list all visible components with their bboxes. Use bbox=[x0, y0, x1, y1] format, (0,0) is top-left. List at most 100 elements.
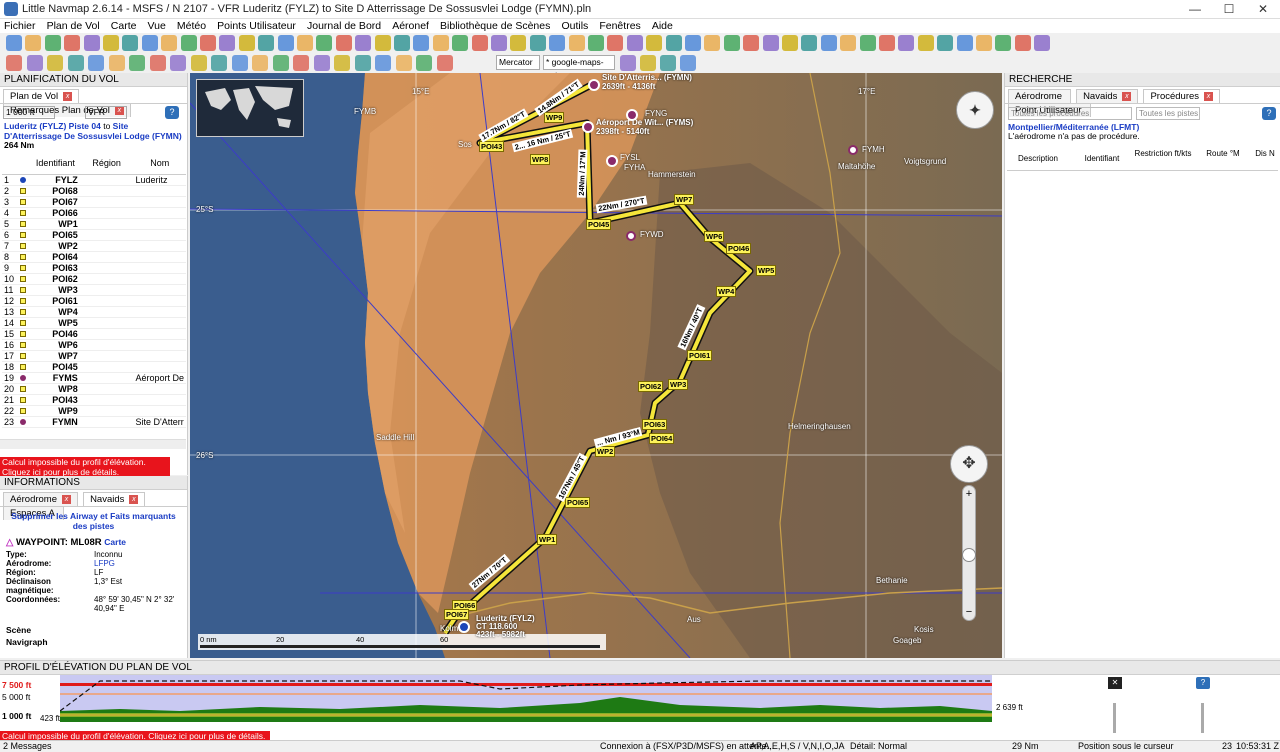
airport-fywd-icon[interactable] bbox=[626, 231, 636, 241]
table-row[interactable]: 11 WP3 bbox=[2, 284, 186, 296]
map-toolbar-button-icon[interactable] bbox=[231, 55, 248, 71]
col-identifier[interactable]: Identifiant bbox=[30, 152, 80, 175]
wp-label-wp5[interactable]: WP5 bbox=[756, 265, 777, 276]
waypoint-map-link[interactable]: Carte bbox=[104, 537, 126, 547]
toolbar-button-icon[interactable] bbox=[277, 35, 294, 51]
airport-fyng-icon[interactable] bbox=[626, 109, 638, 121]
map-toolbar-button-icon[interactable] bbox=[26, 55, 43, 71]
toolbar-button-icon[interactable] bbox=[6, 35, 22, 51]
toolbar-button-icon[interactable] bbox=[471, 35, 488, 51]
menu-tools[interactable]: Outils bbox=[557, 19, 592, 33]
maximize-button[interactable]: ☐ bbox=[1212, 0, 1246, 19]
toolbar-button-icon[interactable] bbox=[995, 35, 1012, 51]
map-toolbar-button-icon[interactable] bbox=[108, 55, 125, 71]
toolbar-button-icon[interactable] bbox=[219, 35, 236, 51]
map-toolbar-button-icon[interactable] bbox=[334, 55, 350, 71]
toolbar-button-icon[interactable] bbox=[238, 35, 255, 51]
wp-label-wp2[interactable]: WP2 bbox=[595, 446, 616, 457]
airport-fylz-icon[interactable] bbox=[458, 621, 470, 633]
menu-map[interactable]: Carte bbox=[107, 19, 141, 33]
wp-label-wp6[interactable]: WP6 bbox=[704, 231, 725, 242]
map-toolbar-button-icon[interactable] bbox=[436, 55, 453, 71]
toolbar-button-icon[interactable] bbox=[626, 35, 643, 51]
cruise-altitude-input[interactable]: 1 000 ft bbox=[3, 106, 55, 119]
zoom-in-button[interactable]: + bbox=[963, 488, 975, 500]
toolbar-button-icon[interactable] bbox=[200, 35, 216, 51]
wp-label-poi46[interactable]: POI46 bbox=[726, 243, 752, 254]
map-toolbar-button-icon[interactable] bbox=[416, 55, 432, 71]
map-toolbar-button-icon[interactable] bbox=[640, 55, 656, 71]
label-fyha[interactable]: FYHA bbox=[624, 163, 645, 172]
menu-file[interactable]: Fichier bbox=[0, 19, 40, 33]
toolbar-button-icon[interactable] bbox=[976, 35, 992, 51]
toolbar-button-icon[interactable] bbox=[374, 35, 391, 51]
toolbar-button-icon[interactable] bbox=[180, 35, 197, 51]
table-row[interactable]: 1 FYLZ Luderitz bbox=[2, 174, 186, 186]
wp-label-wp3[interactable]: WP3 bbox=[668, 379, 689, 390]
map-toolbar-button-icon[interactable] bbox=[47, 55, 63, 71]
col-distance[interactable]: Dis N bbox=[1253, 149, 1277, 158]
search-help-icon[interactable]: ? bbox=[1262, 107, 1276, 120]
table-hscrollbar[interactable] bbox=[0, 439, 186, 449]
table-row[interactable]: 19 FYMS Aéroport De bbox=[2, 372, 186, 384]
elevation-error-link[interactable]: Calcul impossible du profil d'élévation.… bbox=[0, 457, 170, 477]
wp-label-poi67[interactable]: POI67 bbox=[444, 609, 470, 620]
map-canvas[interactable] bbox=[190, 73, 1002, 658]
toolbar-button-icon[interactable] bbox=[937, 35, 954, 51]
tab-info-airport[interactable]: Aérodrome x bbox=[3, 492, 78, 506]
col-name[interactable]: Nom bbox=[133, 152, 186, 175]
airport-fymn-icon[interactable] bbox=[588, 79, 600, 91]
tab-search-navaids[interactable]: Navaids x bbox=[1076, 89, 1139, 103]
table-row[interactable]: 7 WP2 bbox=[2, 240, 186, 252]
map-toolbar-button-icon[interactable] bbox=[375, 55, 391, 71]
wp-label-poi65[interactable]: POI65 bbox=[565, 497, 591, 508]
table-row[interactable]: 18 POI45 bbox=[2, 361, 186, 373]
remove-highlights-link[interactable]: Supprimer les Airway et Faits marquants … bbox=[6, 511, 181, 531]
overview-map[interactable] bbox=[196, 79, 304, 137]
toolbar-button-icon[interactable] bbox=[44, 35, 61, 51]
toolbar-button-icon[interactable] bbox=[898, 35, 915, 51]
toolbar-button-icon[interactable] bbox=[549, 35, 566, 51]
wp-label-wp4[interactable]: WP4 bbox=[716, 286, 737, 297]
toolbar-button-icon[interactable] bbox=[141, 35, 158, 51]
wp-label-wp8[interactable]: WP8 bbox=[530, 154, 551, 165]
toolbar-button-icon[interactable] bbox=[685, 35, 701, 51]
table-row[interactable]: 4 POI66 bbox=[2, 207, 186, 219]
toolbar-button-icon[interactable] bbox=[956, 35, 973, 51]
table-row[interactable]: 23 FYMN Site D'Atterr bbox=[2, 416, 186, 428]
toolbar-button-icon[interactable] bbox=[1014, 35, 1031, 51]
table-row[interactable]: 5 WP1 bbox=[2, 218, 186, 230]
map-view[interactable]: ✦ ✥ + − 15°E 17°E 25°S 26°S FYMB Site D'… bbox=[190, 73, 1002, 658]
wp-label-poi63[interactable]: POI63 bbox=[642, 419, 668, 430]
tab-search-airport[interactable]: Aérodrome bbox=[1008, 89, 1071, 103]
airport-fymh-icon[interactable] bbox=[848, 145, 858, 155]
tab-flight-plan[interactable]: Plan de Vol x bbox=[3, 89, 80, 103]
toolbar-button-icon[interactable] bbox=[879, 35, 895, 51]
zoom-slider-handle[interactable] bbox=[962, 548, 976, 562]
toolbar-button-icon[interactable] bbox=[452, 35, 469, 51]
status-messages[interactable]: 2 Messages bbox=[3, 741, 52, 752]
table-row[interactable]: 2 POI68 bbox=[2, 185, 186, 197]
toolbar-button-icon[interactable] bbox=[607, 35, 624, 51]
table-row[interactable]: 10 POI62 bbox=[2, 273, 186, 285]
toolbar-button-icon[interactable] bbox=[859, 35, 876, 51]
table-row[interactable]: 12 POI61 bbox=[2, 295, 186, 307]
airport-fysl-icon[interactable] bbox=[606, 155, 618, 167]
label-fymh[interactable]: FYMH bbox=[862, 145, 885, 154]
menu-help[interactable]: Aide bbox=[648, 19, 677, 33]
toolbar-button-icon[interactable] bbox=[103, 35, 119, 51]
toolbar-button-icon[interactable] bbox=[646, 35, 663, 51]
map-toolbar-button-icon[interactable] bbox=[67, 55, 84, 71]
airport-fyms-icon[interactable] bbox=[582, 121, 594, 133]
menu-flightplan[interactable]: Plan de Vol bbox=[43, 19, 104, 33]
table-row[interactable]: 15 POI46 bbox=[2, 328, 186, 340]
toolbar-button-icon[interactable] bbox=[64, 35, 81, 51]
map-theme-select[interactable]: * google-maps-sat bbox=[543, 55, 615, 80]
map-toolbar-button-icon[interactable] bbox=[293, 55, 309, 71]
table-row[interactable]: 14 WP5 bbox=[2, 317, 186, 329]
profile-zoom-slider-1[interactable] bbox=[1113, 703, 1116, 733]
menu-aircraft[interactable]: Aéronef bbox=[388, 19, 433, 33]
wp-label-poi43[interactable]: POI43 bbox=[479, 141, 505, 152]
toolbar-button-icon[interactable] bbox=[588, 35, 604, 51]
map-toolbar-button-icon[interactable] bbox=[211, 55, 227, 71]
